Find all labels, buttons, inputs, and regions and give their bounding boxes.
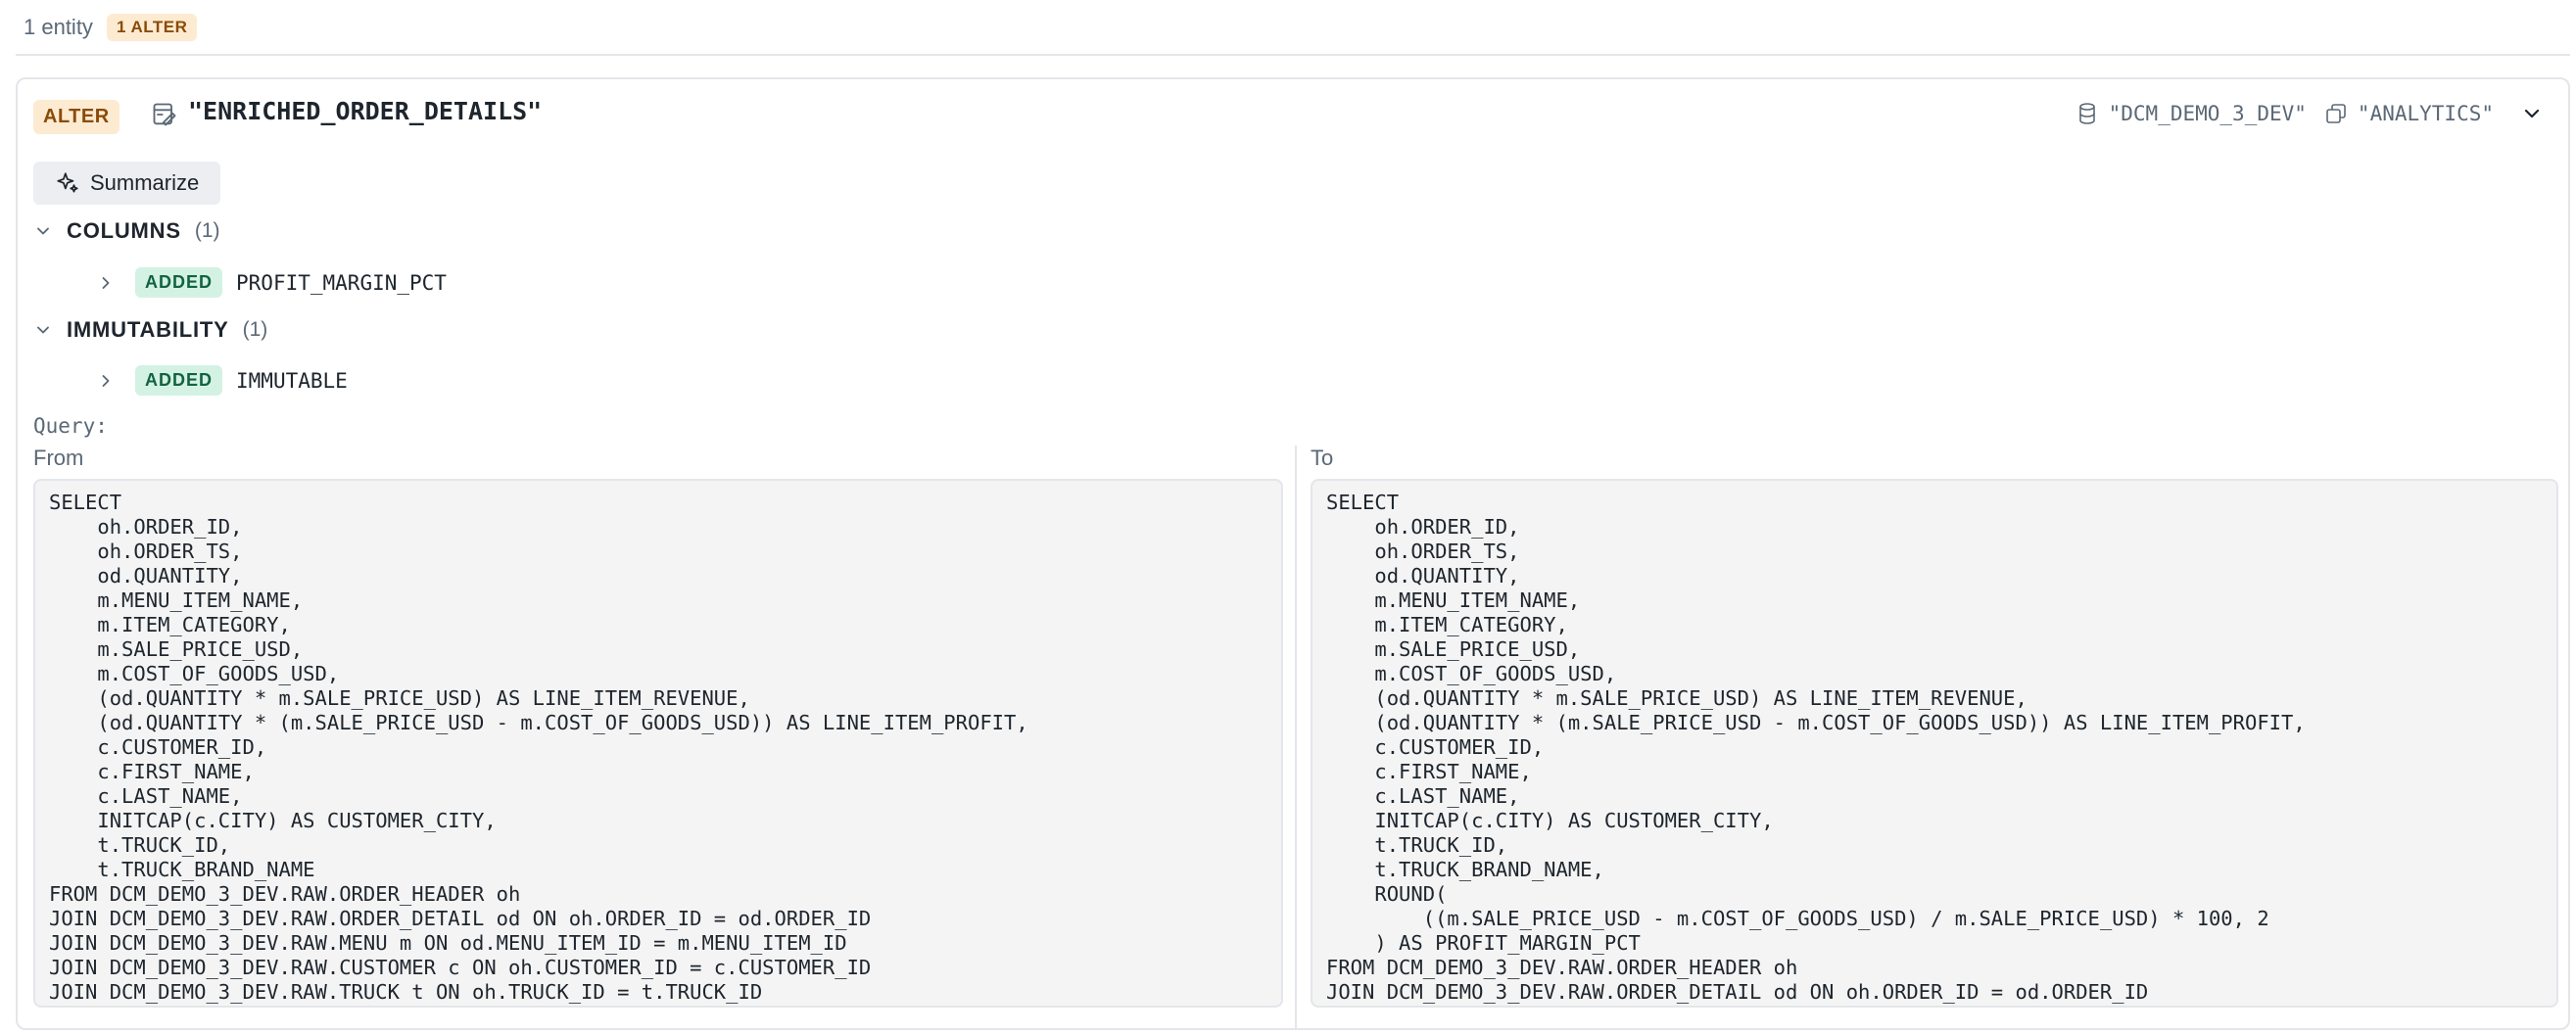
entity-name: "ENRICHED_ORDER_DETAILS" xyxy=(188,97,543,125)
section-title: IMMUTABILITY xyxy=(67,317,229,342)
to-query-code[interactable]: SELECT oh.ORDER_ID, oh.ORDER_TS, od.QUAN… xyxy=(1311,479,2558,1008)
chevron-right-icon xyxy=(102,276,110,289)
collapse-button[interactable] xyxy=(2515,97,2549,130)
sparkles-icon xyxy=(57,172,78,193)
summarize-label: Summarize xyxy=(90,170,200,195)
action-badge: ALTER xyxy=(33,100,119,134)
added-badge: ADDED xyxy=(135,365,223,396)
summary-bar: 1 entity 1 ALTER xyxy=(16,0,2570,56)
schema-icon xyxy=(2326,104,2346,123)
chevron-right-icon xyxy=(102,374,110,387)
chevron-down-icon xyxy=(37,326,49,334)
from-query-text: SELECT oh.ORDER_ID, oh.ORDER_TS, od.QUAN… xyxy=(49,491,1028,1004)
chevron-down-icon xyxy=(37,227,49,235)
added-badge: ADDED xyxy=(135,267,223,298)
column-name: PROFIT_MARGIN_PCT xyxy=(236,270,447,295)
section-columns[interactable]: COLUMNS (1) xyxy=(33,218,220,244)
entity-header[interactable]: ALTER "ENRICHED_ORDER_DETAILS" "DCM_DEMO… xyxy=(18,79,2568,152)
entity-location: "DCM_DEMO_3_DEV" "ANALYTICS" xyxy=(2075,97,2549,130)
entity-card: ALTER "ENRICHED_ORDER_DETAILS" "DCM_DEMO… xyxy=(16,77,2570,1030)
to-label: To xyxy=(1311,446,1334,470)
column-divider xyxy=(1295,446,1297,1028)
entity-count: 1 entity xyxy=(24,14,93,39)
query-label: Query: xyxy=(33,414,108,438)
section-title: COLUMNS xyxy=(67,218,181,243)
section-count: (1) xyxy=(194,219,220,242)
view-icon xyxy=(151,101,180,130)
from-query-code[interactable]: SELECT oh.ORDER_ID, oh.ORDER_TS, od.QUAN… xyxy=(33,479,1283,1008)
section-count: (1) xyxy=(242,318,268,341)
immutability-change-item[interactable]: ADDED IMMUTABLE xyxy=(96,365,348,396)
database-name: "DCM_DEMO_3_DEV" xyxy=(2108,102,2307,125)
database-icon xyxy=(2078,103,2095,124)
column-change-item[interactable]: ADDED PROFIT_MARGIN_PCT xyxy=(96,267,447,298)
to-query-text: SELECT oh.ORDER_ID, oh.ORDER_TS, od.QUAN… xyxy=(1326,491,2306,1004)
property-name: IMMUTABLE xyxy=(236,368,348,393)
from-label: From xyxy=(33,446,84,470)
section-immutability[interactable]: IMMUTABILITY (1) xyxy=(33,317,267,343)
summarize-button[interactable]: Summarize xyxy=(33,162,221,205)
chevron-down-icon xyxy=(2524,109,2540,118)
alter-count-badge: 1 ALTER xyxy=(106,13,198,41)
schema-name: "ANALYTICS" xyxy=(2357,102,2494,125)
